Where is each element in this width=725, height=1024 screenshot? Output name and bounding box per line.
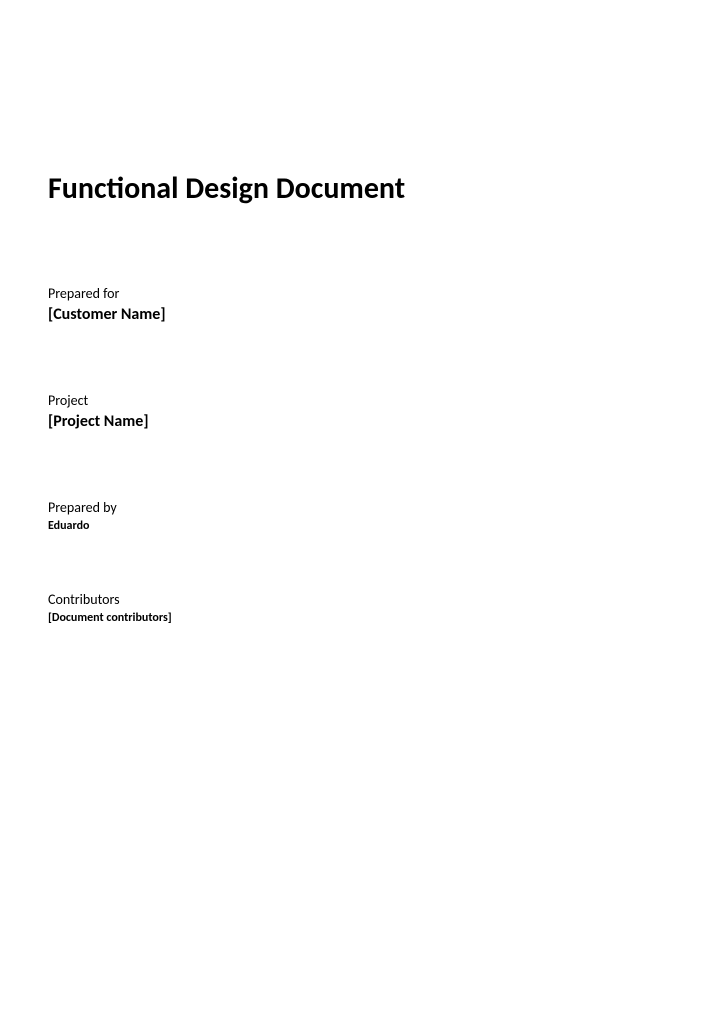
project-value: [Project Name] — [48, 412, 677, 431]
contributors-label: Contributors — [48, 591, 677, 608]
prepared-for-label: Prepared for — [48, 285, 677, 302]
prepared-by-section: Prepared by Eduardo — [48, 499, 677, 533]
prepared-for-section: Prepared for [Customer Name] — [48, 285, 677, 324]
contributors-section: Contributors [Document contributors] — [48, 591, 677, 625]
prepared-by-value: Eduardo — [48, 519, 677, 533]
contributors-value: [Document contributors] — [48, 611, 677, 625]
project-section: Project [Project Name] — [48, 392, 677, 431]
prepared-for-value: [Customer Name] — [48, 305, 677, 324]
document-title: Functional Design Document — [48, 170, 677, 207]
prepared-by-label: Prepared by — [48, 499, 677, 516]
project-label: Project — [48, 392, 677, 409]
